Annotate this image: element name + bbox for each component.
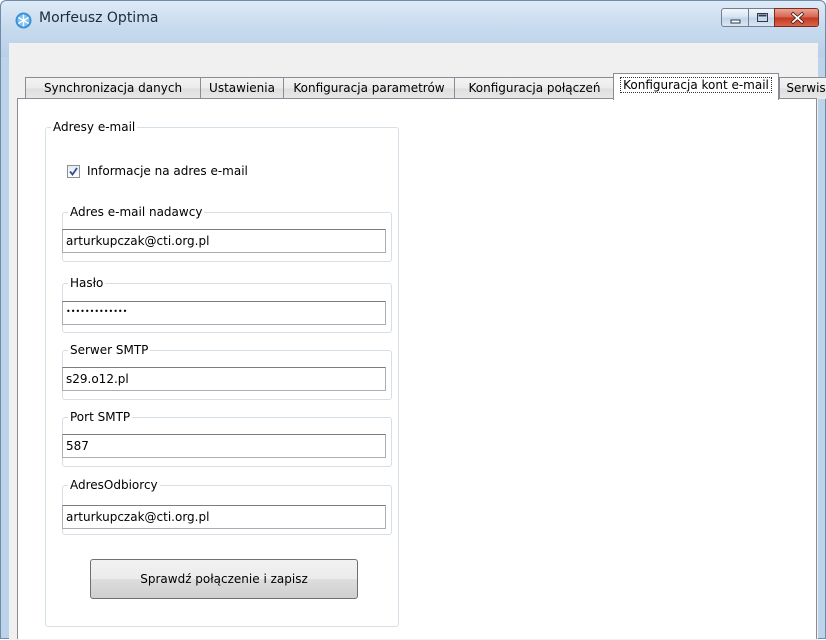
recipient-address-legend: AdresOdbiorcy: [70, 478, 158, 492]
password-legend: Hasło: [70, 276, 104, 290]
tab-serwis[interactable]: Serwis: [779, 77, 826, 99]
sender-address-legend: Adres e-mail nadawcy: [70, 205, 203, 219]
smtp-server-input[interactable]: s29.o12.pl: [62, 367, 386, 391]
notify-email-label[interactable]: Informacje na adres e-mail: [87, 164, 248, 178]
minimize-button[interactable]: [721, 8, 749, 27]
tab-konfiguracja-polaczen[interactable]: Konfiguracja połączeń: [454, 77, 615, 99]
tab-ustawienia[interactable]: Ustawienia: [200, 77, 284, 99]
smtp-port-legend: Port SMTP: [70, 410, 131, 424]
email-addresses-legend: Adresy e-mail: [53, 120, 136, 134]
snowflake-app-icon: [15, 12, 32, 29]
notify-email-checkbox[interactable]: [67, 165, 80, 178]
smtp-server-legend: Serwer SMTP: [70, 343, 149, 357]
tab-konfiguracja-parametrow[interactable]: Konfiguracja parametrów: [283, 77, 455, 99]
recipient-address-input[interactable]: arturkupczak@cti.org.pl: [62, 505, 386, 529]
close-icon: [790, 11, 805, 25]
maximize-icon: [757, 13, 768, 22]
sender-address-input[interactable]: arturkupczak@cti.org.pl: [62, 229, 386, 253]
window-title: Morfeusz Optima: [39, 10, 159, 26]
test-connection-save-button[interactable]: Sprawdź połączenie i zapisz: [90, 559, 358, 599]
tab-strip: Synchronizacja danych Ustawienia Konfigu…: [17, 73, 826, 100]
password-input[interactable]: •••••••••••••: [62, 301, 386, 325]
minimize-icon: [730, 19, 741, 24]
smtp-port-input[interactable]: 587: [62, 434, 386, 458]
checkmark-icon: [69, 167, 78, 176]
tab-konfiguracja-kont-email[interactable]: Konfiguracja kont e-mail: [613, 73, 779, 100]
tab-synchronizacja-danych[interactable]: Synchronizacja danych: [25, 77, 201, 99]
close-button[interactable]: [774, 8, 819, 27]
maximize-button[interactable]: [748, 8, 775, 27]
